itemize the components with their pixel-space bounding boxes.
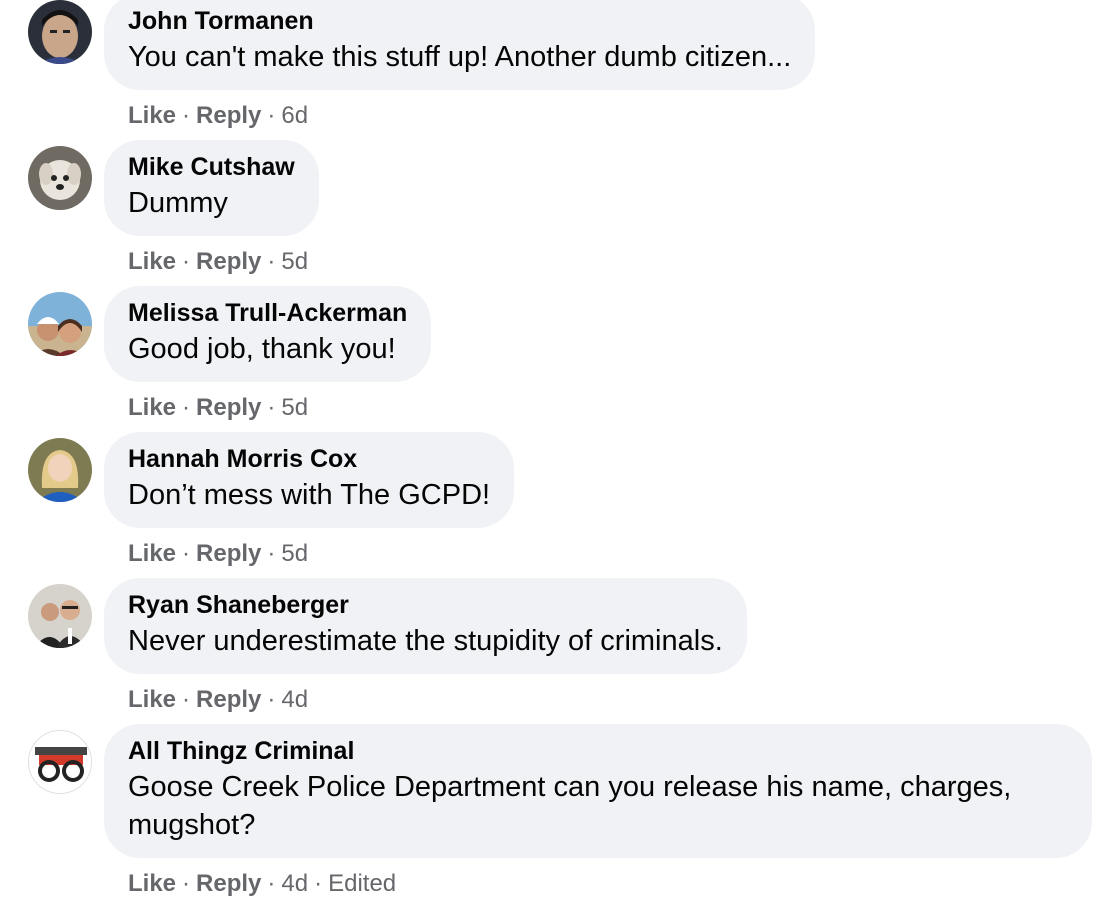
- separator: ·: [267, 102, 276, 129]
- comment-text: Good job, thank you!: [128, 333, 396, 365]
- comment-actions: Like · Reply · 4d · Edited: [128, 869, 396, 899]
- like-button[interactable]: Like: [128, 540, 176, 567]
- comment-timestamp[interactable]: 5d: [281, 540, 308, 567]
- comment-timestamp[interactable]: 5d: [281, 248, 308, 275]
- comment-bubble: Melissa Trull-Ackerman Good job, thank y…: [104, 286, 432, 382]
- comment-text: Dummy: [128, 187, 228, 219]
- comment-text: Don’t mess with The GCPD!: [128, 479, 491, 511]
- comment-actions: Like · Reply · 5d: [128, 393, 308, 423]
- edited-label: Edited: [328, 870, 397, 897]
- separator: ·: [182, 248, 191, 275]
- comment-author[interactable]: John Tormanen: [128, 4, 791, 38]
- comment-author[interactable]: Melissa Trull-Ackerman: [128, 296, 407, 330]
- reply-button[interactable]: Reply: [196, 540, 261, 567]
- avatar-all-thingz-criminal[interactable]: [28, 730, 92, 794]
- like-button[interactable]: Like: [128, 102, 176, 129]
- avatar-mike-cutshaw[interactable]: [28, 146, 92, 210]
- separator: ·: [267, 540, 276, 567]
- avatar-ryan-shaneberger[interactable]: [28, 584, 92, 648]
- like-button[interactable]: Like: [128, 870, 176, 897]
- comment-text: You can't make this stuff up! Another du…: [128, 41, 792, 73]
- separator: ·: [267, 248, 276, 275]
- reply-button[interactable]: Reply: [196, 870, 261, 897]
- separator: ·: [267, 394, 276, 421]
- comment-text: Never underestimate the stupidity of cri…: [128, 625, 723, 657]
- comment-bubble: Mike Cutshaw Dummy: [104, 140, 319, 236]
- comment-actions: Like · Reply · 6d: [128, 101, 308, 131]
- reply-button[interactable]: Reply: [196, 102, 261, 129]
- comment-actions: Like · Reply · 5d: [128, 247, 308, 277]
- separator: ·: [182, 394, 191, 421]
- separator: ·: [182, 540, 191, 567]
- like-button[interactable]: Like: [128, 248, 176, 275]
- comment-timestamp[interactable]: 4d: [281, 870, 308, 897]
- comment-timestamp[interactable]: 4d: [281, 686, 308, 713]
- comment-author[interactable]: Mike Cutshaw: [128, 150, 295, 184]
- separator: ·: [182, 102, 191, 129]
- reply-button[interactable]: Reply: [196, 686, 261, 713]
- comment-timestamp[interactable]: 5d: [281, 394, 308, 421]
- separator: ·: [182, 686, 191, 713]
- reply-button[interactable]: Reply: [196, 394, 261, 421]
- comment-author[interactable]: All Thingz Criminal: [128, 734, 1068, 768]
- comment-bubble: Hannah Morris Cox Don’t mess with The GC…: [104, 432, 515, 528]
- reply-button[interactable]: Reply: [196, 248, 261, 275]
- separator: ·: [182, 870, 191, 897]
- comment-author[interactable]: Ryan Shaneberger: [128, 588, 723, 622]
- separator: ·: [267, 686, 276, 713]
- like-button[interactable]: Like: [128, 394, 176, 421]
- avatar-hannah-morris-cox[interactable]: [28, 438, 92, 502]
- like-button[interactable]: Like: [128, 686, 176, 713]
- comment-bubble: All Thingz Criminal Goose Creek Police D…: [104, 724, 1092, 858]
- avatar-john-tormanen[interactable]: [28, 0, 92, 64]
- comment-actions: Like · Reply · 4d: [128, 685, 308, 715]
- comment-timestamp[interactable]: 6d: [281, 102, 308, 129]
- comment-text: Goose Creek Police Department can you re…: [128, 771, 1012, 841]
- avatar-melissa-trull-ackerman[interactable]: [28, 292, 92, 356]
- separator: ·: [314, 870, 323, 897]
- comment-author[interactable]: Hannah Morris Cox: [128, 442, 490, 476]
- comment-actions: Like · Reply · 5d: [128, 539, 308, 569]
- separator: ·: [267, 870, 276, 897]
- comment-bubble: John Tormanen You can't make this stuff …: [104, 0, 816, 90]
- comment-bubble: Ryan Shaneberger Never underestimate the…: [104, 578, 747, 674]
